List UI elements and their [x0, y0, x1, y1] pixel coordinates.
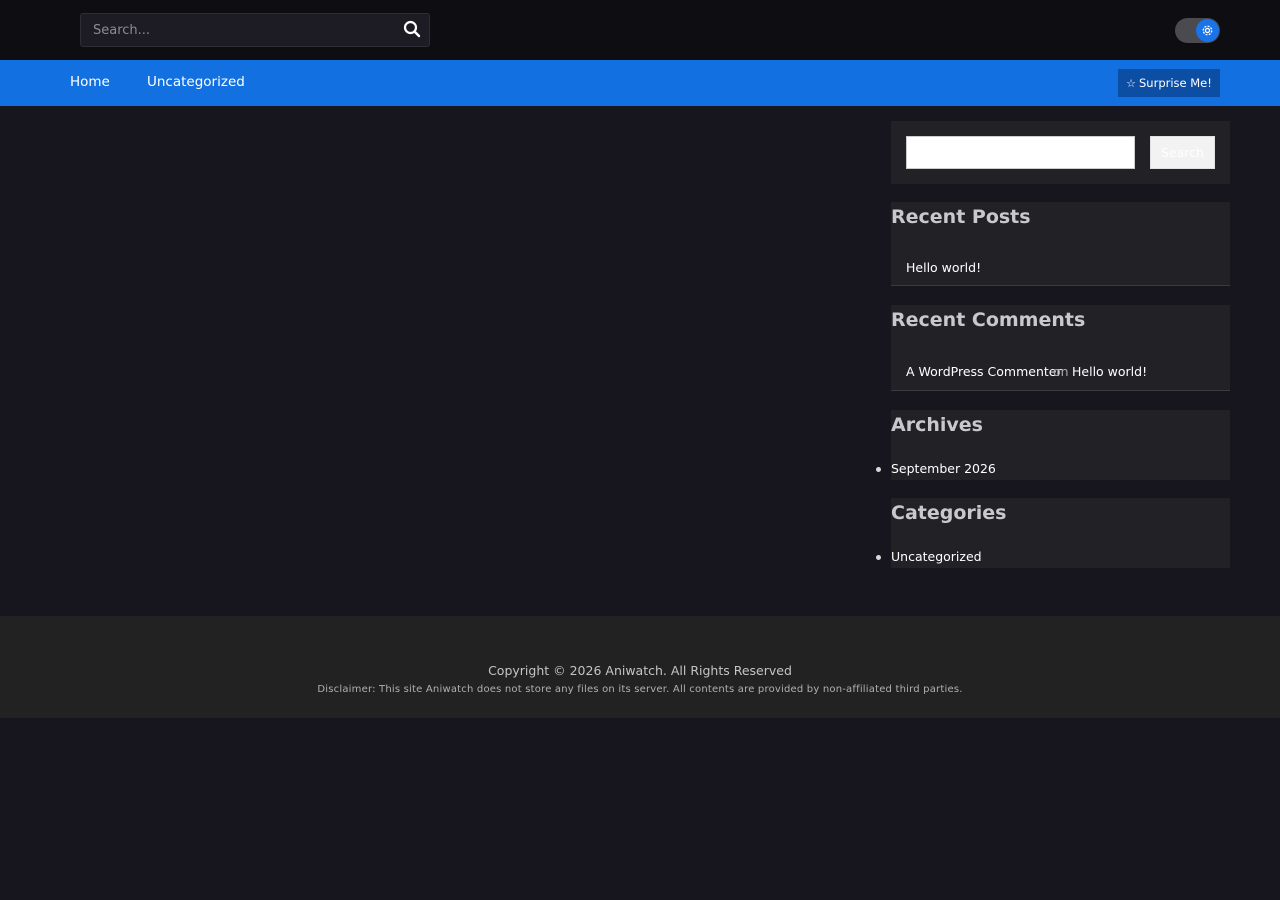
header-search-box [80, 13, 430, 47]
top-bar [0, 0, 1280, 60]
nav-item-uncategorized[interactable]: Uncategorized [147, 60, 245, 106]
bullet [876, 467, 881, 472]
recent-comments-title: Recent Comments [891, 309, 1086, 331]
main-nav: Home Uncategorized ☆ Surprise Me! [0, 60, 1280, 106]
archives-title: Archives [891, 414, 983, 436]
categories-title: Categories [891, 502, 1007, 524]
sidebar-search-input[interactable] [906, 136, 1135, 169]
nav-item-home[interactable]: Home [70, 60, 110, 106]
comment-on-text: on [1053, 364, 1069, 379]
bullet [876, 555, 881, 560]
disclaimer-text: Disclaimer: This site Aniwatch does not … [317, 684, 963, 695]
recent-comments-widget: Recent Comments A WordPress Commenter on… [891, 305, 1230, 391]
comment-author-link[interactable]: A WordPress Commenter [906, 364, 1062, 379]
sidebar-search-button[interactable]: Search [1150, 136, 1215, 169]
toggle-knob [1196, 19, 1219, 42]
copyright-text: Copyright © 2026 Aniwatch. All Rights Re… [488, 663, 792, 678]
search-icon[interactable] [403, 20, 423, 40]
recent-posts-widget: Recent Posts Hello world! [891, 202, 1230, 286]
recent-post-link[interactable]: Hello world! [906, 260, 981, 275]
site-footer: Copyright © 2026 Aniwatch. All Rights Re… [0, 616, 1280, 718]
categories-widget: Categories Uncategorized [876, 498, 1230, 568]
archives-widget: Archives September 2026 [876, 410, 1230, 480]
category-link[interactable]: Uncategorized [891, 549, 982, 564]
header-search-input[interactable] [81, 14, 391, 46]
star-outline-icon: ☆ [1126, 77, 1136, 90]
archive-link[interactable]: September 2026 [891, 461, 996, 476]
surprise-me-label: Surprise Me! [1139, 76, 1212, 90]
surprise-me-button[interactable]: ☆ Surprise Me! [1118, 69, 1220, 97]
comment-post-link[interactable]: Hello world! [1072, 364, 1147, 379]
sidebar-search-widget: Search [891, 121, 1230, 184]
theme-toggle[interactable] [1175, 18, 1220, 43]
recent-posts-title: Recent Posts [891, 206, 1031, 228]
